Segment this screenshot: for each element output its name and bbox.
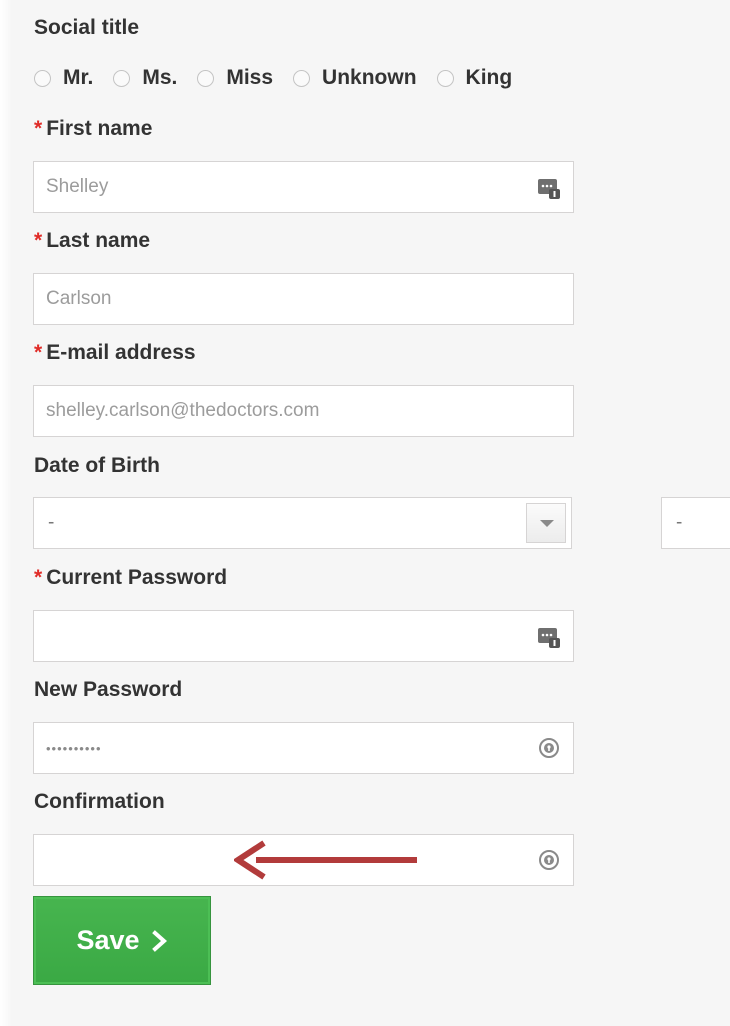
- radio-label-ms: Ms.: [142, 66, 178, 89]
- password-key-icon[interactable]: [537, 736, 561, 760]
- password-manager-icon[interactable]: [537, 175, 561, 199]
- social-title-radio-group: Mr. Ms. Miss Unknown King: [34, 63, 532, 93]
- email-input[interactable]: [34, 386, 573, 436]
- first-name-label: * First name: [34, 117, 152, 141]
- social-title-label-text: Social title: [34, 16, 140, 39]
- radio-option-mr[interactable]: Mr.: [34, 66, 93, 90]
- radio-button-ms[interactable]: [113, 69, 131, 87]
- new-password-label-text: New Password: [34, 678, 183, 701]
- birth-day-select[interactable]: -: [33, 497, 572, 549]
- required-marker: *: [34, 117, 43, 140]
- radio-button-unknown[interactable]: [293, 69, 311, 87]
- last-name-label: * Last name: [34, 229, 150, 253]
- last-name-label-text: Last name: [46, 229, 151, 252]
- radio-button-king[interactable]: [436, 69, 454, 87]
- current-password-label-text: Current Password: [46, 566, 228, 589]
- radio-option-king[interactable]: King: [436, 66, 513, 90]
- radio-label-miss: Miss: [226, 66, 274, 89]
- new-password-input[interactable]: [34, 723, 573, 773]
- first-name-label-text: First name: [46, 117, 153, 140]
- last-name-field[interactable]: [33, 273, 574, 325]
- current-password-field[interactable]: [33, 610, 574, 662]
- password-key-icon[interactable]: [537, 848, 561, 872]
- radio-label-mr: Mr.: [63, 66, 94, 89]
- save-button[interactable]: Save: [33, 896, 211, 985]
- current-password-label: * Current Password: [34, 566, 227, 590]
- panel-edge-shadow: [0, 0, 12, 1026]
- email-label: * E-mail address: [34, 341, 196, 365]
- radio-option-unknown[interactable]: Unknown: [293, 66, 417, 90]
- first-name-input[interactable]: [34, 162, 573, 212]
- date-of-birth-label-text: Date of Birth: [34, 454, 160, 477]
- new-password-label: New Password: [34, 678, 182, 702]
- new-password-field[interactable]: [33, 722, 574, 774]
- required-marker: *: [34, 229, 43, 252]
- birth-month-select-value: -: [676, 512, 683, 533]
- current-password-input[interactable]: [34, 611, 573, 661]
- save-button-label: Save: [76, 925, 140, 955]
- last-name-input[interactable]: [34, 274, 573, 324]
- email-field[interactable]: [33, 385, 574, 437]
- required-marker: *: [34, 566, 43, 589]
- save-button-content[interactable]: Save: [34, 897, 210, 984]
- birth-day-select-value: -: [48, 512, 55, 533]
- annotation-arrow-icon: [234, 840, 417, 880]
- chevron-right-icon: [151, 929, 167, 952]
- confirmation-label: Confirmation: [34, 790, 165, 814]
- social-title-label: Social title: [34, 16, 139, 40]
- email-label-text: E-mail address: [46, 341, 196, 364]
- first-name-field[interactable]: [33, 161, 574, 213]
- radio-option-miss[interactable]: Miss: [197, 66, 273, 90]
- radio-label-king: King: [465, 66, 513, 89]
- required-marker: *: [34, 341, 43, 364]
- radio-button-mr[interactable]: [34, 69, 51, 87]
- radio-label-unknown: Unknown: [322, 66, 417, 89]
- password-manager-icon[interactable]: [537, 624, 561, 648]
- birth-month-select[interactable]: -: [661, 497, 730, 549]
- date-of-birth-label: Date of Birth: [34, 454, 160, 478]
- account-form-panel: Social title Mr. Ms. Miss Unknown King *…: [0, 0, 730, 1026]
- confirmation-label-text: Confirmation: [34, 790, 165, 813]
- radio-button-miss[interactable]: [197, 69, 215, 87]
- radio-option-ms[interactable]: Ms.: [113, 66, 177, 90]
- chevron-down-icon[interactable]: [526, 503, 566, 543]
